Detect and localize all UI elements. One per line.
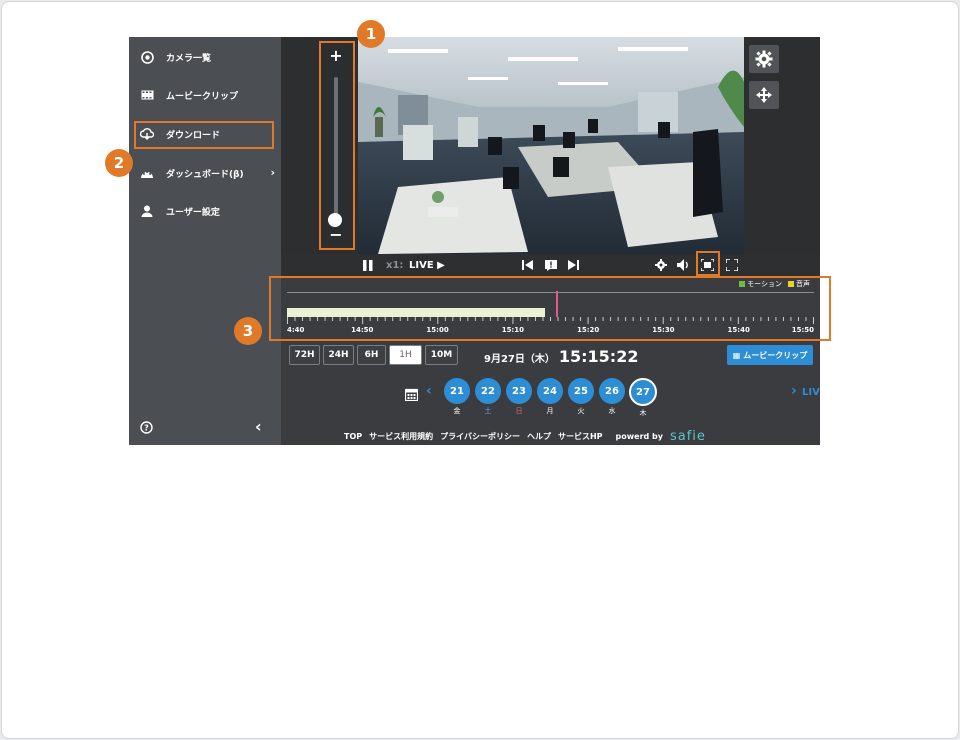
day-button[interactable]: 23 日 — [505, 378, 533, 416]
help-icon[interactable]: ? — [140, 419, 153, 438]
highlight-download — [134, 121, 274, 149]
footer-link[interactable]: プライバシーポリシー — [440, 431, 520, 442]
weekday-label: 木 — [639, 409, 647, 417]
day-button[interactable]: 21 金 — [443, 378, 471, 416]
powered-by-label: powerd by — [615, 432, 663, 441]
sidebar-item-movie-clip[interactable]: ムービークリップ — [129, 80, 281, 110]
gear-icon — [755, 50, 773, 68]
playback-control-bar: x1: LIVE ▶ — [281, 254, 820, 276]
skip-forward-button[interactable] — [568, 257, 579, 273]
gear-icon — [655, 259, 667, 271]
speed-label[interactable]: x1: — [386, 257, 403, 273]
player-tools — [744, 37, 820, 254]
weekday-label: 日 — [515, 407, 523, 415]
calendar-icon[interactable] — [404, 386, 419, 405]
day-number: 24 — [537, 378, 563, 404]
weekday-label: 金 — [453, 407, 461, 415]
skip-back-button[interactable] — [522, 257, 533, 273]
range-button-10m[interactable]: 10M — [425, 345, 458, 365]
sidebar-item-label: ムービークリップ — [166, 91, 239, 102]
range-button-24h[interactable]: 24H — [323, 345, 354, 365]
sidebar-item-label: ユーザー設定 — [166, 207, 220, 218]
film-icon — [140, 88, 154, 102]
safie-logo: safie — [669, 429, 706, 444]
weekday-label: 土 — [484, 407, 492, 415]
sidebar-item-dashboard[interactable]: ダッシュボード(β) › — [129, 158, 281, 188]
skip-forward-icon — [568, 260, 579, 270]
callout-badge-2: 2 — [105, 149, 133, 177]
weekday-label: 月 — [546, 407, 554, 415]
current-time: 15:15:22 — [558, 347, 639, 366]
move-arrows-icon — [756, 87, 772, 103]
sidebar-item-camera-list[interactable]: カメラ一覧 — [129, 42, 281, 72]
range-button-6h[interactable]: 6H — [357, 345, 386, 365]
pan-move-button[interactable] — [749, 81, 779, 109]
chevron-right-icon: › — [270, 166, 275, 179]
quality-settings-button[interactable] — [655, 257, 667, 273]
weekday-label: 水 — [608, 407, 616, 415]
footer: TOP サービス利用規約 プライバシーポリシー ヘルプ サービスHP powerd by s… — [344, 429, 706, 444]
day-number: 26 — [599, 378, 625, 404]
day-button[interactable]: 24 月 — [536, 378, 564, 416]
highlight-zoom-slider — [319, 41, 355, 250]
range-button-72h[interactable]: 72H — [289, 345, 320, 365]
skip-back-icon — [522, 260, 533, 270]
camera-video-feed[interactable] — [358, 37, 744, 254]
sidebar-item-user-settings[interactable]: ユーザー設定 — [129, 196, 281, 226]
day-number: 22 — [475, 378, 501, 404]
camera-icon — [140, 50, 154, 64]
pause-button[interactable] — [363, 257, 373, 273]
day-button[interactable]: 26 水 — [598, 378, 626, 416]
sidebar-item-label: ダッシュボード(β) — [166, 169, 244, 180]
speaker-icon — [677, 259, 688, 271]
settings-button[interactable] — [749, 45, 779, 73]
app-screenshot: カメラ一覧 ムービークリップ ダウンロード ダッシュボード(β) › ユーザー設… — [129, 37, 820, 445]
callout-badge-1: 1 — [357, 20, 385, 48]
day-number: 25 — [568, 378, 594, 404]
day-button[interactable]: 25 火 — [567, 378, 595, 416]
fullscreen-icon — [726, 259, 738, 271]
sidebar-footer: ? ‹ — [129, 417, 281, 437]
live-button[interactable]: LIVE ▶ — [409, 257, 445, 273]
prev-days-arrow[interactable]: ‹ — [426, 383, 432, 399]
current-datetime: 9月27日（木） 15:15:22 — [484, 347, 638, 366]
movie-clip-button[interactable]: ▦ ムービークリップ — [727, 345, 813, 365]
highlight-timeline — [269, 276, 831, 341]
alert-flag-icon — [545, 259, 557, 271]
day-number: 23 — [506, 378, 532, 404]
callout-badge-3: 3 — [234, 317, 262, 345]
svg-text:?: ? — [144, 424, 149, 433]
dashboard-icon — [140, 166, 154, 180]
day-button[interactable]: 27 木 — [629, 378, 657, 418]
pause-icon — [363, 259, 373, 271]
clip-icon: ▦ — [732, 350, 741, 360]
event-button[interactable] — [545, 257, 557, 273]
weekday-label: 火 — [577, 407, 585, 415]
footer-link[interactable]: TOP — [344, 432, 362, 441]
days-live-link[interactable]: LIVE — [802, 387, 820, 398]
fullscreen-button[interactable] — [726, 257, 738, 273]
current-date: 9月27日（木） — [484, 354, 555, 365]
highlight-snapshot — [696, 251, 720, 276]
next-days-arrow[interactable]: › — [791, 383, 797, 399]
day-number: 27 — [629, 378, 657, 406]
day-button[interactable]: 22 土 — [474, 378, 502, 416]
footer-link[interactable]: サービス利用規約 — [369, 431, 433, 442]
footer-link[interactable]: ヘルプ — [527, 431, 551, 442]
sidebar-item-label: カメラ一覧 — [166, 53, 212, 64]
sidebar: カメラ一覧 ムービークリップ ダウンロード ダッシュボード(β) › ユーザー設… — [129, 37, 281, 445]
day-number: 21 — [444, 378, 470, 404]
volume-button[interactable] — [677, 257, 690, 273]
range-button-1h[interactable]: 1H — [389, 345, 422, 365]
footer-link[interactable]: サービスHP — [558, 431, 603, 442]
user-icon — [140, 204, 154, 218]
chevron-left-icon[interactable]: ‹ — [255, 417, 262, 436]
